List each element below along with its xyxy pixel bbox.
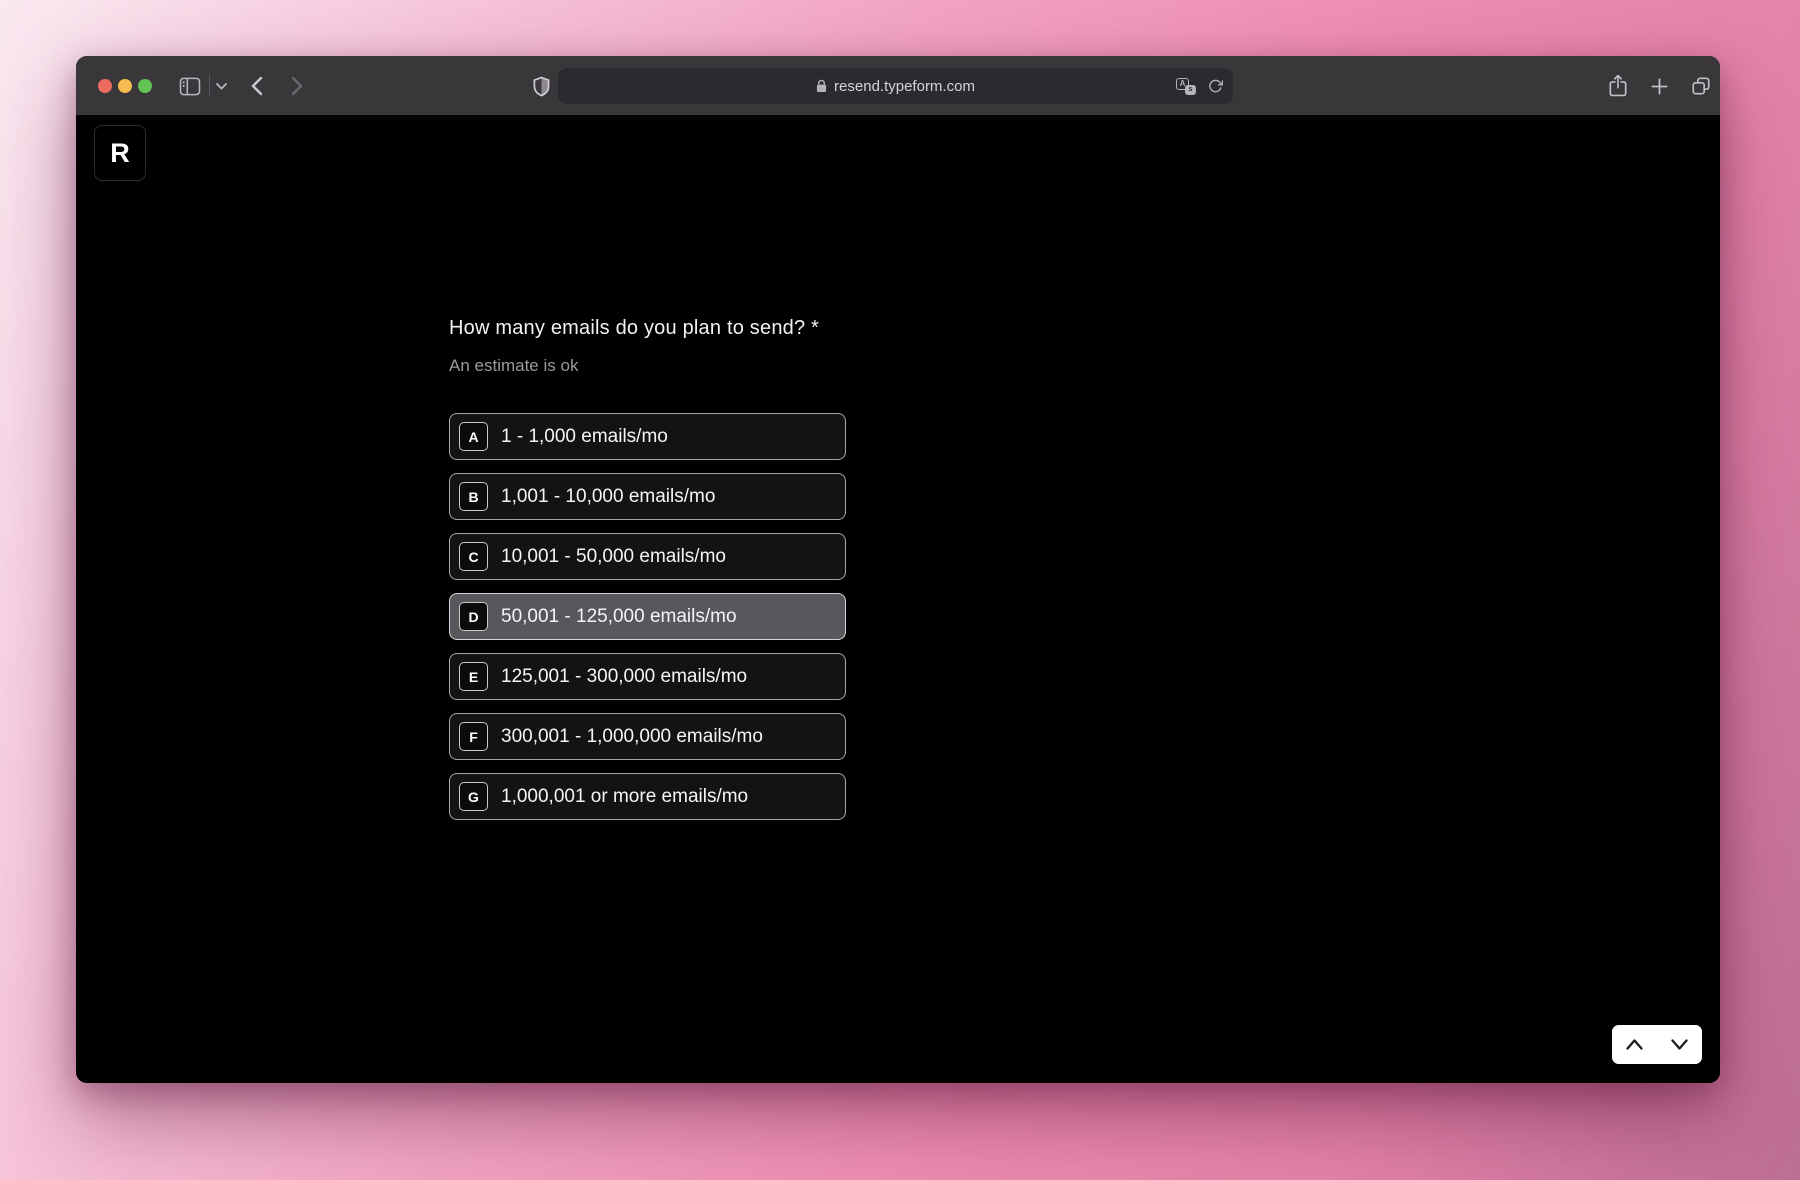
reload-icon[interactable] xyxy=(1208,78,1223,94)
toolbar-divider xyxy=(209,75,210,96)
option-key-badge: C xyxy=(459,542,488,571)
previous-question-button[interactable] xyxy=(1612,1025,1657,1064)
close-window-button[interactable] xyxy=(98,79,112,93)
share-icon[interactable] xyxy=(1608,73,1628,98)
browser-toolbar: resend.typeform.com A s xyxy=(76,56,1720,115)
typeform-page: R How many emails do you plan to send? *… xyxy=(76,115,1720,1083)
option-key-badge: F xyxy=(459,722,488,751)
minimize-window-button[interactable] xyxy=(118,79,132,93)
answer-option-b[interactable]: B 1,001 - 10,000 emails/mo xyxy=(449,473,846,520)
lock-icon xyxy=(816,79,827,93)
option-key-badge: G xyxy=(459,782,488,811)
zoom-window-button[interactable] xyxy=(138,79,152,93)
option-key-badge: B xyxy=(459,482,488,511)
question-title: How many emails do you plan to send? * xyxy=(449,317,819,340)
new-tab-icon[interactable] xyxy=(1650,77,1668,95)
answer-option-a[interactable]: A 1 - 1,000 emails/mo xyxy=(449,413,846,460)
question-subtitle: An estimate is ok xyxy=(449,356,578,376)
option-label: 1 - 1,000 emails/mo xyxy=(501,426,668,448)
resend-logo: R xyxy=(94,125,146,181)
next-question-button[interactable] xyxy=(1657,1025,1702,1064)
answer-option-f[interactable]: F 300,001 - 1,000,000 emails/mo xyxy=(449,713,846,760)
desktop: { "browser": { "address_bar": { "url": "… xyxy=(0,0,1800,1180)
answer-options-list: A 1 - 1,000 emails/mo B 1,001 - 10,000 emai… xyxy=(449,413,846,833)
option-label: 1,000,001 or more emails/mo xyxy=(501,786,748,808)
answer-option-g[interactable]: G 1,000,001 or more emails/mo xyxy=(449,773,846,820)
option-key-badge: D xyxy=(459,602,488,631)
logo-letter: R xyxy=(110,138,130,169)
option-label: 125,001 - 300,000 emails/mo xyxy=(501,666,747,688)
answer-option-e[interactable]: E 125,001 - 300,000 emails/mo xyxy=(449,653,846,700)
sidebar-icon[interactable] xyxy=(178,75,202,97)
translate-icon[interactable]: A s xyxy=(1176,78,1196,95)
chevron-down-icon[interactable] xyxy=(215,82,227,90)
option-key-badge: A xyxy=(459,422,488,451)
form-navigation xyxy=(1612,1025,1702,1064)
answer-option-d[interactable]: D 50,001 - 125,000 emails/mo xyxy=(449,593,846,640)
answer-option-c[interactable]: C 10,001 - 50,000 emails/mo xyxy=(449,533,846,580)
shield-icon[interactable] xyxy=(532,75,550,97)
option-key-badge: E xyxy=(459,662,488,691)
address-bar[interactable]: resend.typeform.com A s xyxy=(558,68,1233,104)
option-label: 1,001 - 10,000 emails/mo xyxy=(501,486,715,508)
back-icon[interactable] xyxy=(250,75,264,97)
url-text: resend.typeform.com xyxy=(834,78,975,95)
option-label: 50,001 - 125,000 emails/mo xyxy=(501,606,737,628)
option-label: 10,001 - 50,000 emails/mo xyxy=(501,546,726,568)
browser-window: resend.typeform.com A s xyxy=(76,56,1720,1083)
forward-icon[interactable] xyxy=(290,75,304,97)
option-label: 300,001 - 1,000,000 emails/mo xyxy=(501,726,763,748)
tabs-overview-icon[interactable] xyxy=(1690,75,1711,96)
